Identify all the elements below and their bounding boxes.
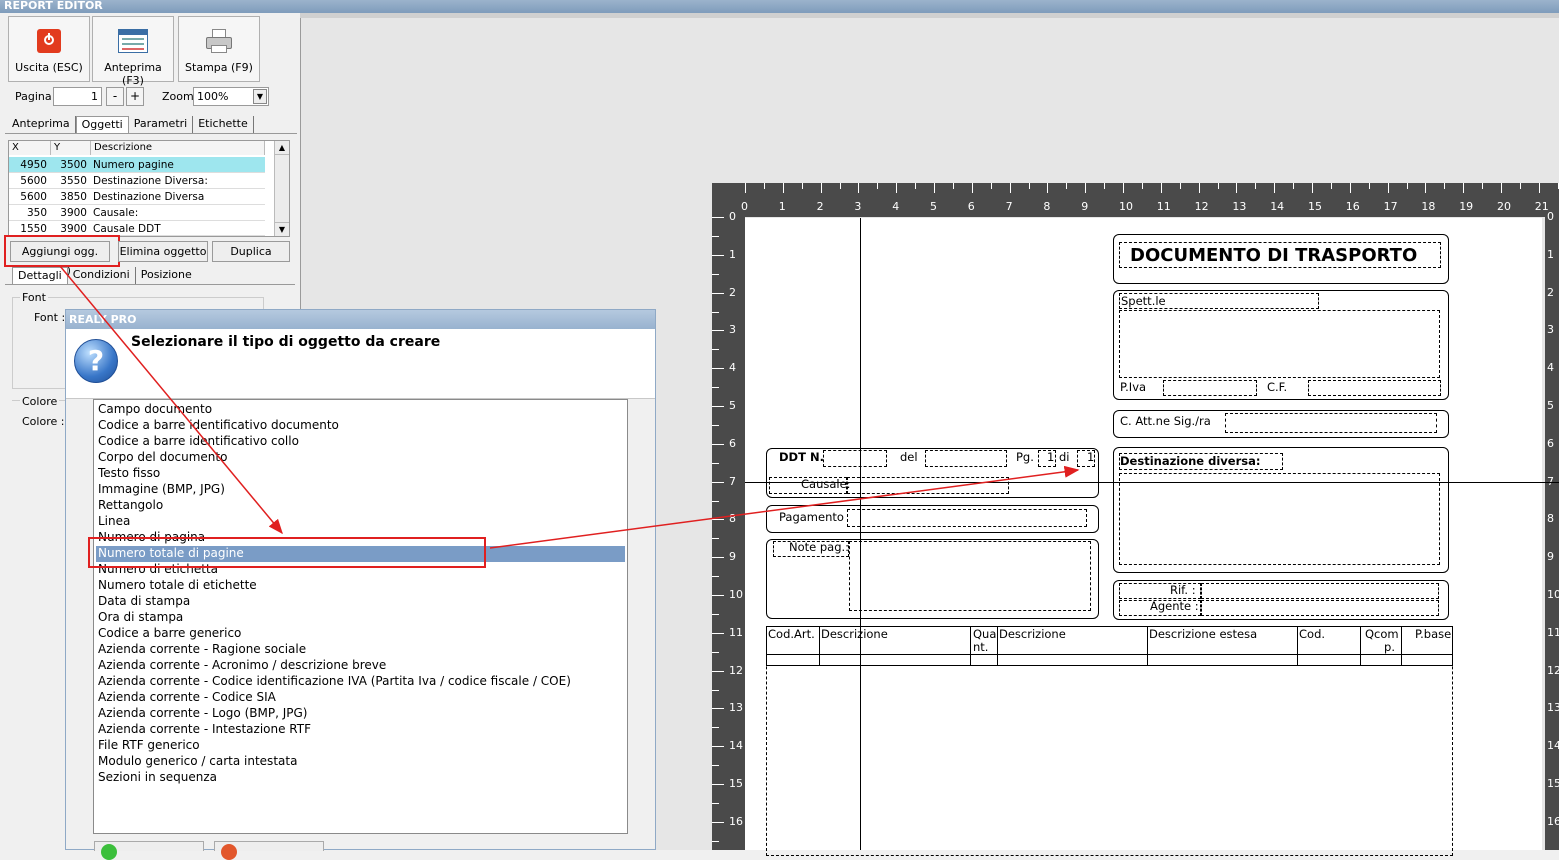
- annotation-arrows: [59, 265, 1080, 549]
- arrow-to-page-total: [489, 465, 1080, 549]
- arrow-to-list-item: [59, 265, 283, 535]
